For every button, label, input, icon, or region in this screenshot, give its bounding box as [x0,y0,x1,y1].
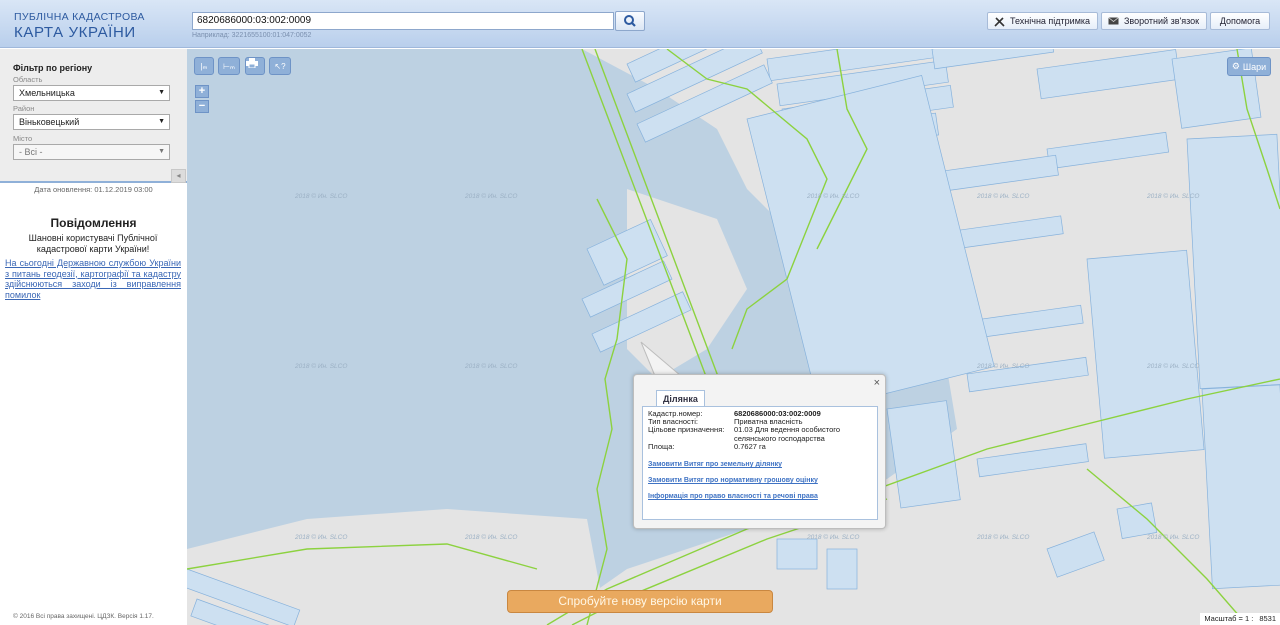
new-version-button[interactable]: Спробуйте нову версію карти [507,590,773,613]
parcel-map [187,49,1280,625]
field-key: Площа: [648,441,675,451]
collapse-sidebar-button[interactable]: ◂ [171,169,186,183]
scale-value: 8531 [1259,614,1276,623]
watermark: 2018 © Ин. SLCO [977,363,1030,370]
area: 0.7627 га [734,441,766,451]
scale-label: Масштаб = 1 : [1204,614,1254,623]
city-label: Місто [13,134,33,143]
notice-text: Шановні користувачі Публічної кадастрово… [28,233,158,254]
parcel [1201,384,1280,590]
popup-content: Кадастр.номер: 6820686000:03:002:0009 Ти… [642,406,878,520]
scale-indicator: Масштаб = 1 : 8531 [1200,613,1280,625]
popup-pointer [640,341,683,377]
parcel-popup: × Ділянка Кадастр.номер: 6820686000:03:0… [633,374,886,529]
watermark: 2018 © Ин. SLCO [465,363,518,370]
search-button[interactable] [615,11,645,31]
raion-label: Район [13,104,35,113]
cursor-help-icon: ↖? [274,61,286,71]
feedback-label: Зворотний зв'язок [1124,16,1200,26]
raion-value: Віньковецький [19,117,80,127]
order-valuation-link[interactable]: Замовити Витяг про нормативну грошову оц… [648,477,872,485]
field-key: Цільове призначення: [648,425,725,435]
print-button[interactable] [245,57,265,75]
filter-title: Фільтр по регіону [13,63,93,73]
zoom-out-button[interactable]: − [195,100,209,113]
watermark: 2018 © Ин. SLCO [465,534,518,541]
help-button[interactable]: Допомога [1210,12,1270,30]
oblast-select[interactable]: Хмельницька ▼ [13,85,170,101]
purpose: 01.03 Для ведення особистого селянського… [734,425,841,443]
watermark: 2018 © Ин. SLCO [807,534,860,541]
notice-title: Повідомлення [50,216,137,230]
watermark: 2018 © Ин. SLCO [295,534,348,541]
oblast-label: Область [13,75,43,84]
tools-icon [994,16,1005,27]
watermark: 2018 © Ин. SLCO [977,534,1030,541]
watermark: 2018 © Ин. SLCO [1147,193,1200,200]
region-filter: Фільтр по регіону Область Хмельницька ▼ … [0,49,187,183]
oblast-value: Хмельницька [19,88,75,98]
header: ПУБЛІЧНА КАДАСТРОВА КАРТА УКРАЇНИ 682068… [0,0,1280,48]
watermark: 2018 © Ин. SLCO [295,193,348,200]
close-icon[interactable]: × [874,377,880,389]
logo-line1: ПУБЛІЧНА КАДАСТРОВА [14,11,145,23]
measure-area-button[interactable]: ⊢ₘ [218,57,240,75]
parcel [1186,133,1280,390]
tab-parcel[interactable]: Ділянка [656,390,705,407]
watermark: 2018 © Ин. SLCO [465,193,518,200]
watermark: 2018 © Ин. SLCO [1147,363,1200,370]
support-label: Технічна підтримка [1010,16,1091,26]
raion-select[interactable]: Віньковецький ▼ [13,114,170,130]
zoom-in-button[interactable]: + [195,85,209,98]
order-extract-link[interactable]: Замовити Витяг про земельну ділянку [648,461,872,469]
search-input[interactable]: 6820686000:03:002:0009 [192,12,614,30]
notice-link[interactable]: На сьогодні Державною службою України з … [5,258,181,300]
layers-label: Шари [1242,61,1267,72]
city-select[interactable]: - Всі - ▼ [13,144,170,160]
parcel [826,548,858,590]
search-hint: Наприклад: 3221655100:01:047:0052 [192,32,312,39]
watermark: 2018 © Ин. SLCO [1147,534,1200,541]
support-button[interactable]: Технічна підтримка [987,12,1098,30]
watermark: 2018 © Ин. SLCO [295,363,348,370]
feedback-button[interactable]: Зворотний зв'язок [1101,12,1207,30]
search-icon [624,15,636,27]
update-date: Дата оновлення: 01.12.2019 03:00 [34,185,153,194]
identify-button[interactable]: ↖? [269,57,291,75]
copyright: © 2016 Всі права захищені. ЦДЗК. Версія … [13,613,154,620]
ownership-info-link[interactable]: Інформація про право власності та речові… [648,493,872,501]
layers-button[interactable]: ⚙ Шари [1227,57,1271,76]
dropdown-arrow-icon: ▼ [158,148,165,155]
dropdown-arrow-icon: ▼ [158,118,165,125]
watermark: 2018 © Ин. SLCO [977,193,1030,200]
city-value: - Всі - [19,147,43,157]
dropdown-arrow-icon: ▼ [158,89,165,96]
map-canvas[interactable]: |ₘ ⊢ₘ ↖? + − ⚙ Шари 2018 © Ин. SLCO 2018… [187,49,1280,625]
envelope-icon [1108,17,1119,25]
area-ruler-icon: ⊢ₘ [223,61,235,71]
ruler-icon: |ₘ [200,61,208,71]
logo[interactable]: ПУБЛІЧНА КАДАСТРОВА КАРТА УКРАЇНИ [14,12,145,40]
watermark: 2018 © Ин. SLCO [807,193,860,200]
gear-icon: ⚙ [1231,61,1240,71]
parcel [776,538,818,570]
measure-distance-button[interactable]: |ₘ [194,57,214,75]
logo-line2: КАРТА УКРАЇНИ [14,23,136,41]
help-label: Допомога [1219,16,1261,26]
printer-icon [246,58,258,68]
sidebar: Фільтр по регіону Область Хмельницька ▼ … [0,49,187,625]
field-row: Площа: 0.7627 га [648,441,872,451]
field-row: Цільове призначення: 01.03 Для ведення о… [648,425,872,443]
parcel [1086,249,1205,459]
